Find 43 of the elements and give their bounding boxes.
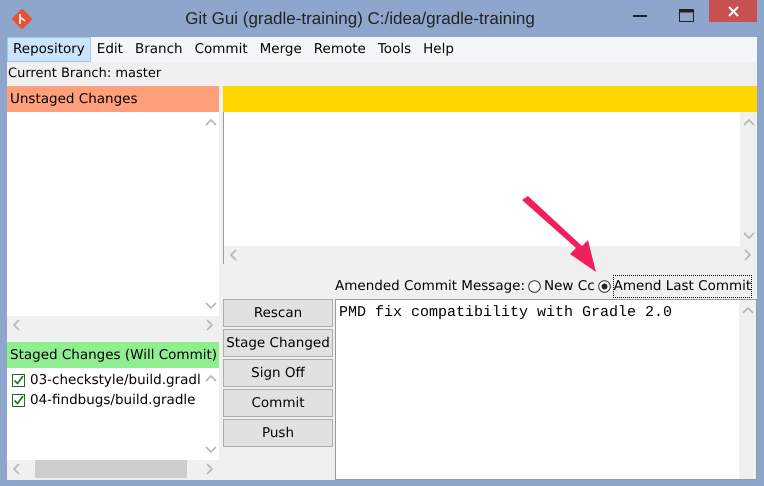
menu-item[interactable]: Repository <box>7 37 91 62</box>
radio-label[interactable]: Amend Last Commit <box>614 276 752 297</box>
menu-item[interactable]: Commit <box>188 37 254 62</box>
menu-item[interactable]: Help <box>417 37 460 62</box>
radio-button[interactable] <box>528 280 542 293</box>
menu-item[interactable]: Branch <box>128 37 189 62</box>
menu-item[interactable]: Merge <box>254 37 308 62</box>
scroll-left-icon[interactable] <box>12 319 21 331</box>
radio-button[interactable] <box>598 280 611 293</box>
checkbox[interactable] <box>12 374 25 386</box>
menu-item[interactable]: Edit <box>90 37 129 62</box>
action-button[interactable]: Rescan <box>223 299 333 327</box>
menu-item[interactable]: Remote <box>308 37 372 62</box>
staged-header: Staged Changes (Will Commit) <box>7 342 219 368</box>
current-branch-label: Current Branch: master <box>7 65 162 83</box>
scroll-left-icon[interactable] <box>229 249 238 261</box>
action-button[interactable]: Push <box>223 419 333 447</box>
scroll-right-icon[interactable] <box>205 463 214 475</box>
action-button[interactable]: Commit <box>223 389 333 417</box>
action-button[interactable]: Sign Off <box>223 359 333 387</box>
minimize-icon[interactable] <box>633 14 647 16</box>
close-button[interactable] <box>709 0 757 22</box>
scroll-up-icon[interactable] <box>204 374 216 383</box>
window-title: Git Gui (gradle-training) C:/idea/gradle-training <box>184 8 536 30</box>
scroll-left-icon[interactable] <box>12 463 21 475</box>
maximize-icon[interactable] <box>678 8 694 22</box>
scroll-up-icon[interactable] <box>742 118 754 127</box>
radio-label[interactable]: New Cc <box>544 276 595 297</box>
close-icon <box>728 6 738 16</box>
scroll-down-icon[interactable] <box>204 445 216 454</box>
scroll-down-icon[interactable] <box>742 231 754 240</box>
scroll-up-icon[interactable] <box>204 118 216 127</box>
file-name[interactable]: 04-findbugs/build.gradle <box>30 390 196 410</box>
scrollbar-thumb[interactable] <box>35 460 187 478</box>
commit-mode-label: Amended Commit Message: <box>335 277 526 296</box>
scroll-right-icon[interactable] <box>205 319 214 331</box>
checkbox[interactable] <box>12 394 25 406</box>
file-name[interactable]: 03-checkstyle/build.gradl <box>30 370 201 390</box>
action-button[interactable]: Stage Changed <box>223 329 333 357</box>
scroll-down-icon[interactable] <box>204 301 216 310</box>
unstaged-header: Unstaged Changes <box>7 86 219 112</box>
menu-item[interactable]: Tools <box>372 37 418 62</box>
scroll-right-icon[interactable] <box>743 249 752 261</box>
